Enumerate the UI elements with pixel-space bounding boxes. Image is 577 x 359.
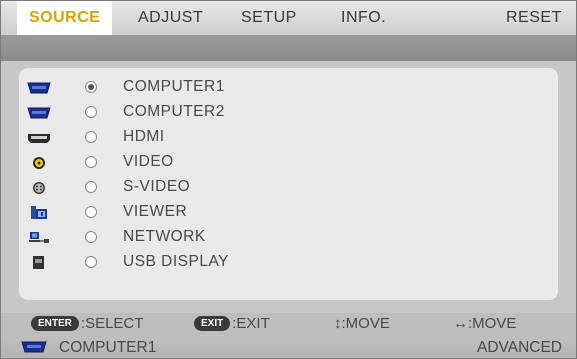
help-select: ENTER:SELECT [31,315,143,332]
radio[interactable] [85,156,97,168]
viewer-icon [31,206,47,219]
source-item-computer1[interactable]: COMPUTER1 [19,76,558,100]
projector-osd-menu: SOURCE ADJUST SETUP INFO. RESET COMPUTER… [0,0,577,359]
source-label: VIEWER [123,203,188,220]
help-move-vertical: ↕:MOVE [334,315,390,332]
hdmi-port-icon [28,134,50,143]
source-label: VIDEO [123,153,174,170]
help-exit-text: :EXIT [232,315,270,332]
source-label: COMPUTER1 [123,78,225,95]
current-source-label: COMPUTER1 [59,339,157,356]
help-bar: ENTER:SELECT EXIT:EXIT ↕:MOVE ↔:MOVE [1,313,576,335]
help-select-text: :SELECT [80,315,144,332]
video-jack-icon [33,157,45,169]
tab-source[interactable]: SOURCE [17,1,113,35]
radio[interactable] [85,106,97,118]
source-label: HDMI [123,128,165,145]
radio[interactable] [85,206,97,218]
tab-reset[interactable]: RESET [506,1,562,35]
exit-key-badge: EXIT [194,316,231,331]
s-video-jack-icon [33,182,45,194]
computer-port-icon [27,82,51,94]
radio[interactable] [85,231,97,243]
source-item-computer2[interactable]: COMPUTER2 [19,101,558,125]
status-bar: COMPUTER1 ADVANCED [1,335,576,358]
source-item-hdmi[interactable]: HDMI [19,126,558,150]
radio[interactable] [85,131,97,143]
source-item-s-video[interactable]: S-VIDEO [19,176,558,200]
menu-mode-label: ADVANCED [477,339,562,356]
source-label: NETWORK [123,228,206,245]
tab-setup[interactable]: SETUP [241,1,297,35]
usb-display-icon [33,256,44,269]
menu-tab-bar: SOURCE ADJUST SETUP INFO. RESET [1,1,576,35]
source-content: COMPUTER1 COMPUTER2 HDMI VIDEO S-VIDEO V… [1,61,576,313]
source-label: S-VIDEO [123,178,191,195]
computer-port-icon [21,341,47,353]
source-label: USB DISPLAY [123,253,230,270]
source-item-video[interactable]: VIDEO [19,151,558,175]
radio[interactable] [85,181,97,193]
tab-info[interactable]: INFO. [341,1,386,35]
enter-key-badge: ENTER [31,316,79,331]
radio[interactable] [85,256,97,268]
source-item-viewer[interactable]: VIEWER [19,201,558,225]
source-item-usb-display[interactable]: USB DISPLAY [19,251,558,275]
tab-adjust[interactable]: ADJUST [138,1,203,35]
radio-selected[interactable] [85,81,97,93]
computer-port-icon [27,107,51,119]
help-exit: EXIT:EXIT [194,315,270,332]
help-move-horizontal: ↔:MOVE [453,315,517,332]
source-label: COMPUTER2 [123,103,225,120]
source-list-panel: COMPUTER1 COMPUTER2 HDMI VIDEO S-VIDEO V… [19,68,558,300]
source-item-network[interactable]: NETWORK [19,226,558,250]
network-icon [29,232,49,243]
submenu-band [1,35,576,61]
